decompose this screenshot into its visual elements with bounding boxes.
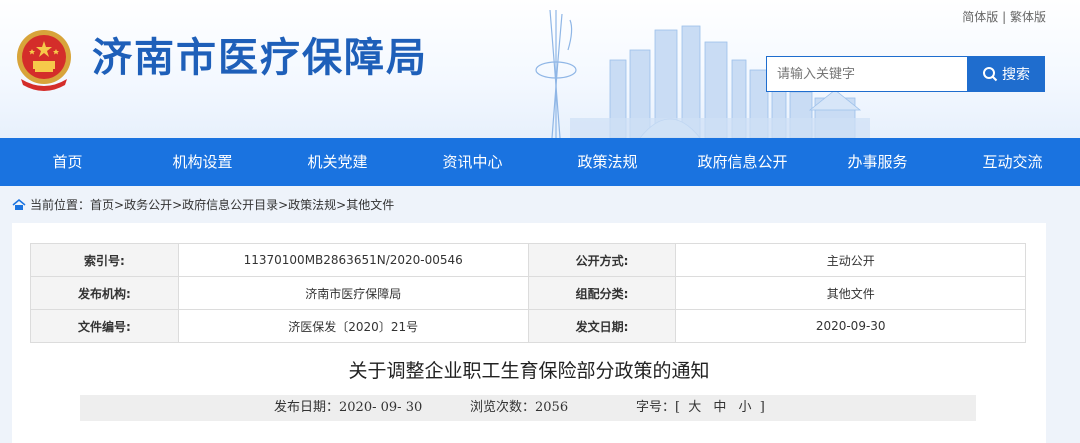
nav-item-interaction[interactable]: 互动交流 (945, 138, 1080, 186)
nav-item-party[interactable]: 机关党建 (270, 138, 405, 186)
site-header: 简体版 | 繁体版 济南市医疗保障局 请输入关键字 搜索 (0, 0, 1080, 138)
font-size-control: 字号：[ 大 中 小 ] (636, 395, 765, 421)
table-row: 发布机构: 济南市医疗保障局 组配分类: 其他文件 (30, 276, 1026, 310)
table-row: 索引号: 11370100MB2863651N/2020-00546 公开方式:… (30, 243, 1026, 277)
font-size-small[interactable]: 小 (739, 400, 752, 415)
language-switch: 简体版 | 繁体版 (962, 8, 1046, 25)
search-button-label: 搜索 (1002, 67, 1030, 83)
article-title: 关于调整企业职工生育保险部分政策的通知 (348, 360, 710, 382)
publish-date-value: 2020- 09- 30 (339, 400, 423, 415)
font-size-medium[interactable]: 中 (713, 400, 726, 415)
meta-key: 发文日期: (527, 309, 677, 343)
meta-value: 其他文件 (675, 276, 1026, 310)
article-info-bar: 发布日期：2020- 09- 30 浏览次数：2056 字号：[ 大 中 小 ] (80, 395, 976, 421)
breadcrumb-prefix: 当前位置： (30, 198, 91, 212)
meta-value: 济医保发〔2020〕21号 (177, 309, 529, 343)
font-size-close: ] (759, 400, 765, 415)
site-title: 济南市医疗保障局 (92, 35, 428, 81)
publish-date: 发布日期：2020- 09- 30 (274, 395, 422, 421)
traditional-link[interactable]: 繁体版 (1010, 10, 1046, 24)
view-count-label: 浏览次数： (470, 400, 536, 415)
meta-value: 济南市医疗保障局 (177, 276, 529, 310)
lang-separator: | (1002, 10, 1007, 24)
meta-key: 文件编号: (30, 309, 179, 343)
view-count-value: 2056 (535, 400, 569, 415)
meta-key: 发布机构: (30, 276, 179, 310)
simplified-link[interactable]: 简体版 (962, 10, 998, 24)
meta-key: 组配分类: (527, 276, 677, 310)
main-nav: 首页 机构设置 机关党建 资讯中心 政策法规 政府信息公开 办事服务 互动交流 (0, 138, 1080, 186)
breadcrumb: 当前位置： 首页>政务公开>政府信息公开目录>政策法规>其他文件 (12, 196, 394, 213)
meta-value: 11370100MB2863651N/2020-00546 (177, 243, 529, 277)
meta-value: 2020-09-30 (675, 309, 1026, 343)
view-count: 浏览次数：2056 (470, 395, 568, 421)
home-icon (12, 198, 26, 210)
nav-item-organization[interactable]: 机构设置 (135, 138, 270, 186)
meta-value: 主动公开 (675, 243, 1026, 277)
meta-key: 索引号: (30, 243, 179, 277)
meta-key: 公开方式: (527, 243, 677, 277)
document-meta-table: 索引号: 11370100MB2863651N/2020-00546 公开方式:… (30, 243, 1026, 343)
article-panel: 索引号: 11370100MB2863651N/2020-00546 公开方式:… (12, 223, 1046, 443)
publish-date-label: 发布日期： (274, 400, 340, 415)
search-input[interactable] (766, 56, 968, 92)
search-button[interactable]: 搜索 (967, 56, 1045, 92)
nav-item-disclosure[interactable]: 政府信息公开 (675, 138, 810, 186)
breadcrumb-path[interactable]: 首页>政务公开>政府信息公开目录>政策法规>其他文件 (90, 196, 394, 213)
nav-item-news[interactable]: 资讯中心 (405, 138, 540, 186)
nav-item-home[interactable]: 首页 (0, 138, 135, 186)
national-emblem-icon (17, 30, 71, 91)
table-row: 文件编号: 济医保发〔2020〕21号 发文日期: 2020-09-30 (30, 309, 1026, 343)
nav-item-policy[interactable]: 政策法规 (540, 138, 675, 186)
font-size-large[interactable]: 大 (688, 400, 701, 415)
nav-item-services[interactable]: 办事服务 (810, 138, 945, 186)
search-icon (983, 67, 998, 82)
font-size-label: 字号：[ (636, 400, 681, 415)
